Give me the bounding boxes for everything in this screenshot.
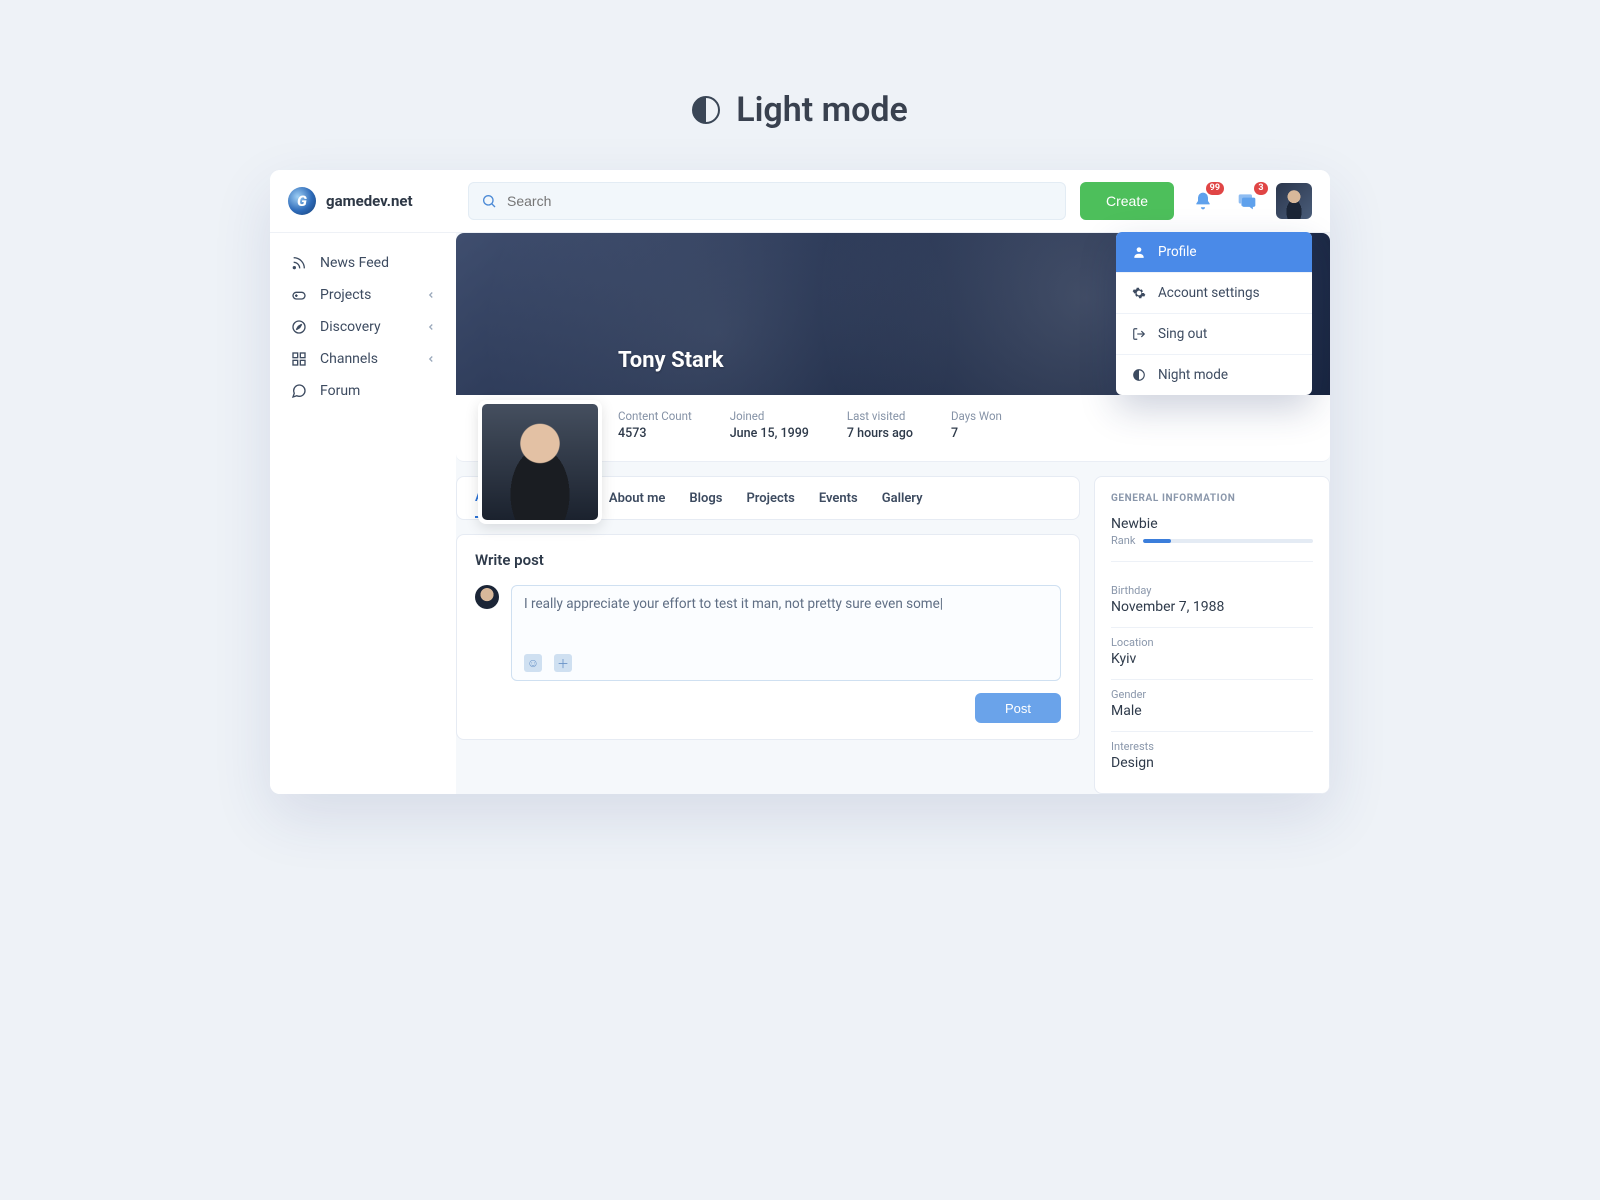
tab-projects[interactable]: Projects xyxy=(746,479,794,517)
topbar: G gamedev.net Create 99 3 xyxy=(270,170,1330,233)
stat-label: Joined xyxy=(730,409,809,423)
stat-days-won: Days Won 7 xyxy=(951,409,1002,441)
chevron-left-icon xyxy=(426,354,436,364)
app-window: G gamedev.net Create 99 3 Profile xyxy=(270,170,1330,794)
brand[interactable]: G gamedev.net xyxy=(288,187,454,215)
info-value: Kyiv xyxy=(1111,651,1313,667)
stat-joined: Joined June 15, 1999 xyxy=(730,409,809,441)
general-info-card: GENERAL INFORMATION Newbie Rank Birthday… xyxy=(1094,476,1330,794)
emoji-icon[interactable]: ☺ xyxy=(524,654,542,672)
tab-gallery[interactable]: Gallery xyxy=(882,479,923,517)
stat-label: Content Count xyxy=(618,409,692,423)
post-button[interactable]: Post xyxy=(975,693,1061,723)
user-avatar[interactable] xyxy=(1276,183,1312,219)
stat-value: 4573 xyxy=(618,426,692,441)
sidebar-item-label: Projects xyxy=(320,287,371,303)
profile-avatar[interactable] xyxy=(478,400,602,524)
dropdown-item-profile[interactable]: Profile xyxy=(1116,232,1312,272)
info-heading: GENERAL INFORMATION xyxy=(1111,493,1313,504)
stat-last-visited: Last visited 7 hours ago xyxy=(847,409,913,441)
dropdown-item-signout[interactable]: Sing out xyxy=(1116,313,1312,354)
sidebar-item-newsfeed[interactable]: News Feed xyxy=(280,247,446,279)
info-key: Birthday xyxy=(1111,584,1313,597)
info-birthday: Birthday November 7, 1988 xyxy=(1111,576,1313,628)
gear-icon xyxy=(1132,286,1146,300)
write-post-card: Write post ☺ ＋ xyxy=(456,534,1080,740)
mode-heading: Light mode xyxy=(0,0,1600,170)
info-key: Location xyxy=(1111,636,1313,649)
sidebar-item-label: News Feed xyxy=(320,255,389,271)
mode-heading-text: Light mode xyxy=(736,90,908,130)
info-value: Male xyxy=(1111,703,1313,719)
dropdown-item-label: Night mode xyxy=(1158,367,1228,383)
search-input[interactable] xyxy=(507,193,1053,209)
dropdown-item-label: Account settings xyxy=(1158,285,1260,301)
signout-icon xyxy=(1132,327,1146,341)
brand-logo-icon: G xyxy=(288,187,316,215)
rank-progress xyxy=(1143,539,1313,543)
dropdown-item-settings[interactable]: Account settings xyxy=(1116,272,1312,313)
attach-icon[interactable]: ＋ xyxy=(554,654,572,672)
rank-value: Newbie xyxy=(1111,516,1313,532)
contrast-icon xyxy=(1132,368,1146,382)
user-icon xyxy=(1132,245,1146,259)
create-button[interactable]: Create xyxy=(1080,182,1174,220)
gamepad-icon xyxy=(290,287,308,303)
avatar-image xyxy=(482,404,598,520)
messages-badge: 3 xyxy=(1254,182,1268,195)
chevron-left-icon xyxy=(426,322,436,332)
search-icon xyxy=(481,193,497,209)
info-key: Gender xyxy=(1111,688,1313,701)
dropdown-item-label: Sing out xyxy=(1158,326,1207,342)
sidebar-item-forum[interactable]: Forum xyxy=(280,375,446,407)
sidebar-item-channels[interactable]: Channels xyxy=(280,343,446,375)
stat-label: Days Won xyxy=(951,409,1002,423)
dropdown-item-nightmode[interactable]: Night mode xyxy=(1116,354,1312,395)
stat-label: Last visited xyxy=(847,409,913,423)
chat-icon xyxy=(290,383,308,399)
info-value: Design xyxy=(1111,755,1313,771)
compose-box[interactable]: ☺ ＋ xyxy=(511,585,1061,681)
tab-events[interactable]: Events xyxy=(819,479,858,517)
sidebar-item-label: Channels xyxy=(320,351,378,367)
search-field[interactable] xyxy=(468,182,1066,220)
rss-icon xyxy=(290,255,308,271)
sidebar-item-projects[interactable]: Projects xyxy=(280,279,446,311)
info-gender: Gender Male xyxy=(1111,680,1313,732)
stat-value: 7 hours ago xyxy=(847,426,913,441)
notifications-badge: 99 xyxy=(1206,182,1224,195)
compass-icon xyxy=(290,319,308,335)
stat-content-count: Content Count 4573 xyxy=(618,409,692,441)
compose-avatar xyxy=(475,585,499,609)
contrast-icon xyxy=(692,96,720,124)
info-interests: Interests Design xyxy=(1111,732,1313,783)
compose-textarea[interactable] xyxy=(524,596,1048,646)
profile-name: Tony Stark xyxy=(618,348,724,373)
grid-icon xyxy=(290,351,308,367)
brand-name: gamedev.net xyxy=(326,192,413,210)
write-post-title: Write post xyxy=(475,551,1061,569)
rank-progress-fill xyxy=(1143,539,1170,543)
sidebar-item-discovery[interactable]: Discovery xyxy=(280,311,446,343)
rank-label: Rank xyxy=(1111,534,1135,547)
info-value: November 7, 1988 xyxy=(1111,599,1313,615)
chevron-left-icon xyxy=(426,290,436,300)
user-dropdown: Profile Account settings Sing out Night … xyxy=(1116,232,1312,395)
stat-value: June 15, 1999 xyxy=(730,426,809,441)
tab-about[interactable]: About me xyxy=(609,479,666,517)
sidebar: News Feed Projects Discovery xyxy=(270,233,456,794)
messages-button[interactable]: 3 xyxy=(1232,186,1262,216)
sidebar-item-label: Discovery xyxy=(320,319,381,335)
info-key: Interests xyxy=(1111,740,1313,753)
sidebar-item-label: Forum xyxy=(320,383,360,399)
notifications-button[interactable]: 99 xyxy=(1188,186,1218,216)
tab-blogs[interactable]: Blogs xyxy=(689,479,722,517)
stat-value: 7 xyxy=(951,426,1002,441)
dropdown-item-label: Profile xyxy=(1158,244,1197,260)
info-location: Location Kyiv xyxy=(1111,628,1313,680)
